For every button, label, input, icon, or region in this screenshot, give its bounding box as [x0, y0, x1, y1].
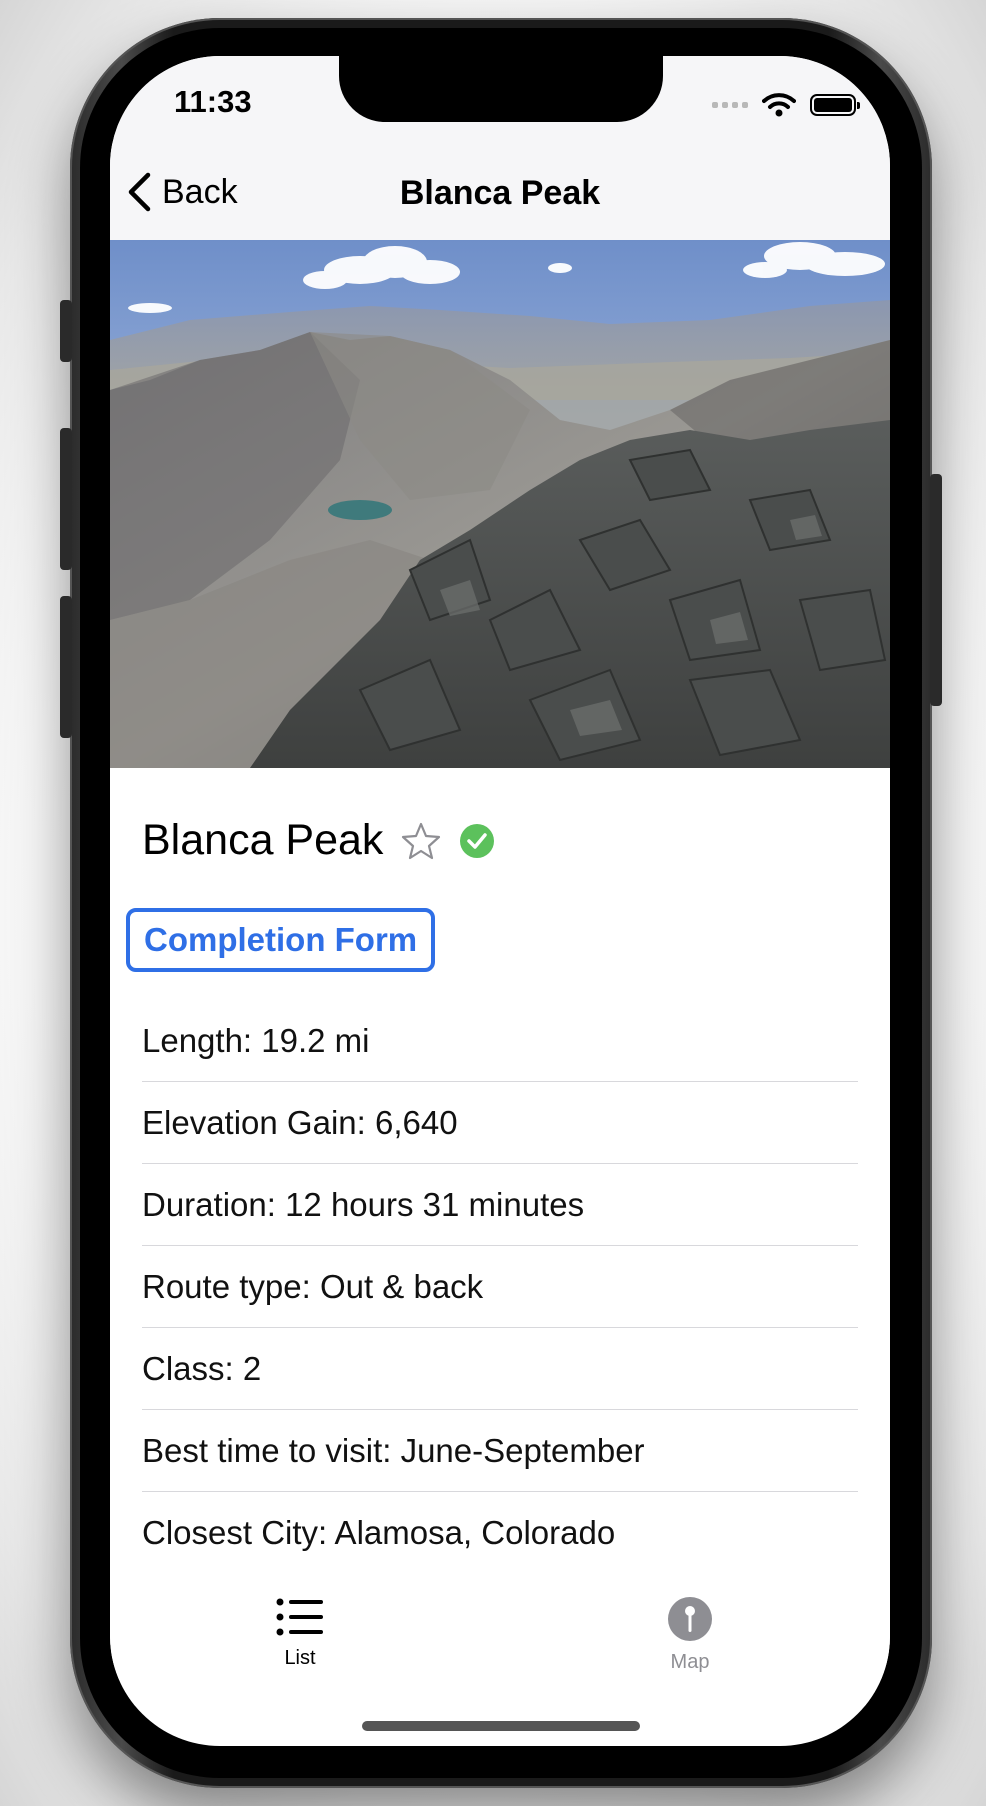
- screen: Back Blanca Peak 11:33 Blanca Peak Compl…: [110, 56, 890, 1746]
- detail-class: Class: 2: [142, 1328, 858, 1410]
- detail-closest-city: Closest City: Alamosa, Colorado: [142, 1514, 616, 1551]
- page-title: Blanca Peak: [399, 174, 601, 212]
- cellular-signal-icon: [712, 102, 748, 108]
- detail-length: Length: 19.2 mi: [142, 1000, 858, 1082]
- star-icon[interactable]: [401, 821, 441, 861]
- peak-header: Blanca Peak: [142, 816, 495, 865]
- peak-name: Blanca Peak: [142, 816, 384, 864]
- detail-best-time: Best time to visit: June-September: [142, 1410, 858, 1492]
- notch: [339, 56, 663, 122]
- status-icons: [712, 92, 860, 118]
- tab-map-label: Map: [670, 1651, 710, 1673]
- status-time: 11:33: [174, 84, 252, 119]
- detail-duration: Duration: 12 hours 31 minutes: [142, 1164, 858, 1246]
- map-pin-icon: [668, 1597, 712, 1641]
- wifi-icon: [762, 93, 796, 117]
- mute-switch: [60, 300, 72, 362]
- power-button: [930, 474, 942, 706]
- details-list: Length: 19.2 mi Elevation Gain: 6,640 Du…: [142, 1000, 858, 1574]
- detail-route-type: Route type: Out & back: [142, 1246, 858, 1328]
- checkmark-circle-icon: [460, 823, 495, 858]
- tab-list-label: List: [284, 1647, 316, 1669]
- battery-icon: [810, 94, 860, 116]
- volume-down-button: [60, 596, 72, 738]
- tab-list[interactable]: List: [220, 1596, 380, 1670]
- tab-map[interactable]: Map: [610, 1596, 770, 1674]
- list-icon: [276, 1598, 323, 1636]
- completion-form-button[interactable]: Completion Form: [126, 908, 436, 972]
- home-indicator[interactable]: [362, 1721, 640, 1731]
- tab-bar: List Map: [110, 1586, 890, 1706]
- detail-elevation-gain: Elevation Gain: 6,640: [142, 1082, 858, 1164]
- peak-photo: [110, 240, 890, 768]
- volume-up-button: [60, 428, 72, 570]
